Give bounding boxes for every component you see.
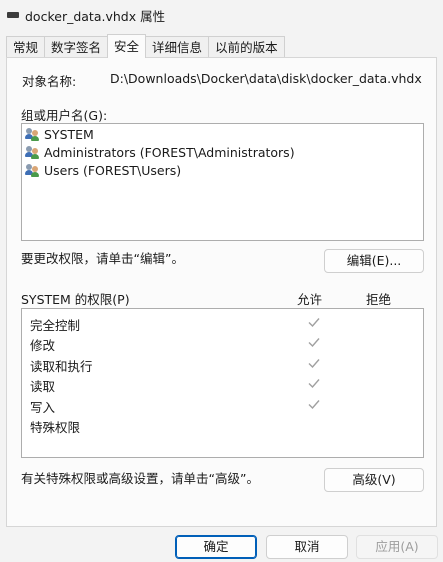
tab-security[interactable]: 安全 <box>107 34 147 58</box>
users-icon <box>25 163 41 177</box>
permission-row-write: 写入 <box>22 395 422 415</box>
group-row-users[interactable]: Users (FOREST\Users) <box>25 161 181 179</box>
object-name-label: 对象名称: <box>22 74 77 89</box>
allow-check-icon <box>308 400 320 410</box>
tab-previous-versions[interactable]: 以前的版本 <box>208 36 285 58</box>
permission-row-full-control: 完全控制 <box>22 313 422 333</box>
tab-strip: 常规 数字签名 安全 详细信息 以前的版本 <box>6 34 285 58</box>
object-name-value: D:\Downloads\Docker\data\disk\docker_dat… <box>110 71 422 86</box>
groups-label: 组或用户名(G): <box>21 108 108 123</box>
users-icon <box>25 127 41 141</box>
allow-check-icon <box>308 359 320 369</box>
group-row-administrators[interactable]: Administrators (FOREST\Administrators) <box>25 143 295 161</box>
permission-name: 修改 <box>30 338 56 353</box>
groups-listbox[interactable]: SYSTEM Administrators (FOREST\Administra… <box>21 123 424 241</box>
allow-column-header: 允许 <box>297 292 323 307</box>
permission-name: 完全控制 <box>30 318 81 333</box>
window-icon[interactable] <box>7 12 19 18</box>
deny-column-header: 拒绝 <box>366 292 392 307</box>
group-name: Users (FOREST\Users) <box>44 162 182 178</box>
group-row-system[interactable]: SYSTEM <box>25 125 94 143</box>
permission-name: 读取 <box>30 379 56 394</box>
security-panel: 对象名称: D:\Downloads\Docker\data\disk\dock… <box>6 57 437 527</box>
ok-button[interactable]: 确定 <box>175 535 257 559</box>
cancel-button[interactable]: 取消 <box>266 535 348 559</box>
apply-button[interactable]: 应用(A) <box>356 535 438 559</box>
edit-hint: 要更改权限，请单击“编辑”。 <box>21 251 184 266</box>
group-name: Administrators (FOREST\Administrators) <box>44 144 295 160</box>
tab-general[interactable]: 常规 <box>6 36 46 58</box>
allow-check-icon <box>308 379 320 389</box>
advanced-hint: 有关特殊权限或高级设置，请单击“高级”。 <box>21 471 259 486</box>
permission-name: 特殊权限 <box>30 420 81 435</box>
tab-details[interactable]: 详细信息 <box>145 36 210 58</box>
group-name: SYSTEM <box>44 126 94 142</box>
allow-check-icon <box>308 318 320 328</box>
permission-name: 写入 <box>30 400 56 415</box>
permissions-listbox[interactable]: 完全控制 修改 读取和执行 读取 写入 特殊权限 <box>21 308 424 458</box>
users-icon <box>25 145 41 159</box>
permissions-label: SYSTEM 的权限(P) <box>21 292 130 307</box>
tab-digital-signatures[interactable]: 数字签名 <box>44 36 109 58</box>
permission-row-read: 读取 <box>22 374 422 394</box>
edit-button[interactable]: 编辑(E)... <box>324 249 424 273</box>
allow-check-icon <box>308 338 320 348</box>
permission-name: 读取和执行 <box>30 359 93 374</box>
title-bar: docker_data.vhdx 属性 <box>0 0 443 30</box>
permission-row-special: 特殊权限 <box>22 415 422 435</box>
advanced-button[interactable]: 高级(V) <box>324 468 424 492</box>
window-title: docker_data.vhdx 属性 <box>25 9 166 24</box>
dialog-footer: 确定 取消 应用(A) <box>0 527 443 562</box>
permission-row-modify: 修改 <box>22 333 422 353</box>
permission-row-read-execute: 读取和执行 <box>22 354 422 374</box>
